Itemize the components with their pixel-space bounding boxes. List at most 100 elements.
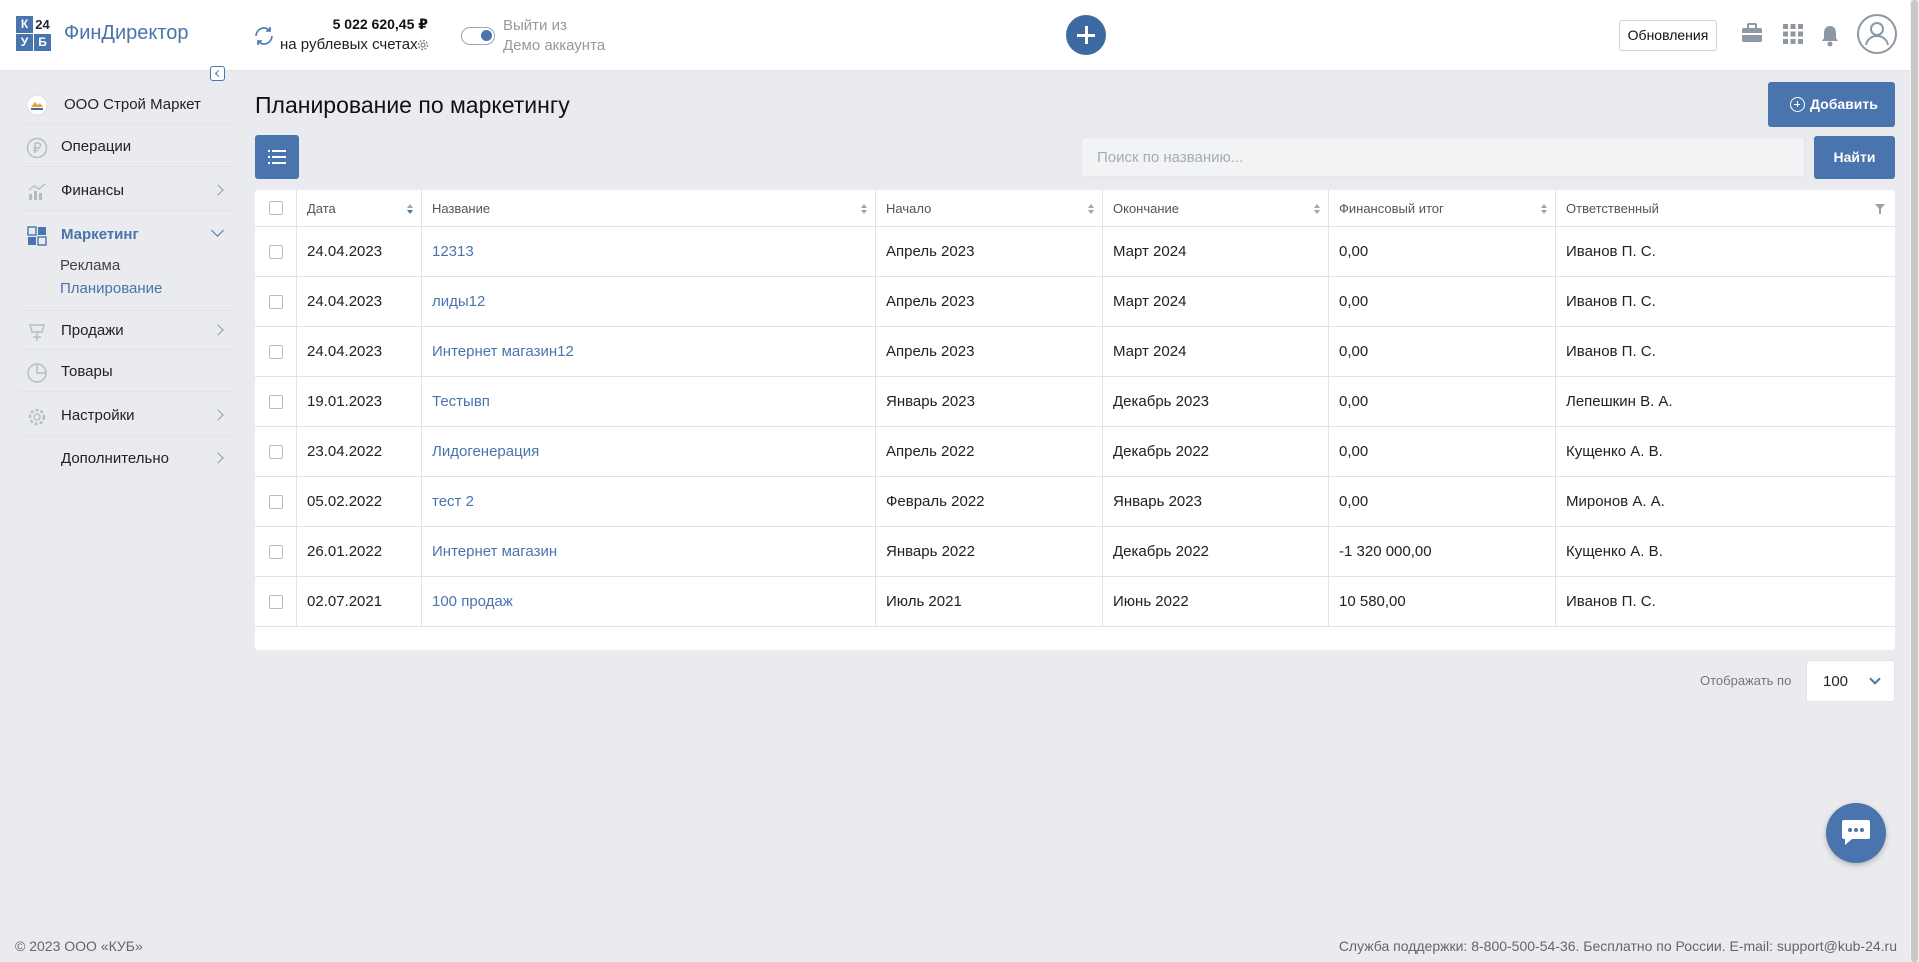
cell-name-link[interactable]: тест 2 (422, 477, 876, 527)
cell-start: Апрель 2023 (876, 227, 1103, 277)
header-select-all-cell (255, 190, 297, 227)
gear-icon[interactable] (416, 38, 430, 52)
row-checkbox[interactable] (269, 595, 283, 609)
sidebar-item-settings[interactable]: Настройки (20, 396, 232, 436)
cell-total: -1 320 000,00 (1329, 527, 1556, 577)
add-button[interactable]: Добавить (1768, 82, 1895, 127)
add-button-label: Добавить (1810, 96, 1878, 112)
logo-cell-k: К (16, 16, 33, 33)
find-button[interactable]: Найти (1814, 136, 1895, 179)
column-header-label: Финансовый итог (1339, 201, 1444, 216)
cell-name-link[interactable]: лиды12 (422, 277, 876, 327)
cell-total: 0,00 (1329, 427, 1556, 477)
demo-exit-label[interactable]: Выйти из (503, 17, 567, 34)
sidebar-item-marketing[interactable]: Маркетинг (20, 215, 232, 255)
updates-button[interactable]: Обновления (1619, 20, 1717, 51)
sidebar-subitem-planning[interactable]: Планирование (60, 280, 162, 297)
cell-end: Январь 2023 (1103, 477, 1329, 527)
column-header-start[interactable]: Начало (876, 190, 1103, 227)
sidebar-item-finance[interactable]: Финансы (20, 171, 232, 211)
cell-name-link[interactable]: Интернет магазин (422, 527, 876, 577)
table-row[interactable]: 26.01.2022 Интернет магазин Январь 2022 Дек… (255, 527, 1895, 577)
table-row[interactable]: 23.04.2022 Лидогенерация Апрель 2022 Декабр… (255, 427, 1895, 477)
cell-name-link[interactable]: 12313 (422, 227, 876, 277)
table-row[interactable]: 24.04.2023 Интернет магазин12 Апрель 2023 М… (255, 327, 1895, 377)
cell-end: Март 2024 (1103, 277, 1329, 327)
sort-icon[interactable] (1088, 204, 1094, 214)
cell-start: Январь 2023 (876, 377, 1103, 427)
table-row[interactable]: 05.02.2022 тест 2 Февраль 2022 Январь 2023 0… (255, 477, 1895, 527)
cell-name-link[interactable]: Лидогенерация (422, 427, 876, 477)
sidebar-subitem-ads[interactable]: Реклама (60, 257, 120, 274)
table-row[interactable]: 19.01.2023 Тестывп Январь 2023 Декабрь 2023… (255, 377, 1895, 427)
logo-cell-u: У (16, 34, 33, 51)
cell-name-link[interactable]: Интернет магазин12 (422, 327, 876, 377)
cell-owner: Лепешкин В. А. (1566, 393, 1673, 410)
footer-copyright: © 2023 ООО «КУБ» (15, 938, 143, 954)
sidebar-company[interactable]: ООО Строй Маркет (20, 85, 232, 125)
sidebar-item-label: Дополнительно (61, 450, 169, 467)
chat-icon (1842, 820, 1870, 845)
cell-select (255, 377, 297, 427)
row-checkbox[interactable] (269, 345, 283, 359)
column-header-total[interactable]: Финансовый итог (1329, 190, 1556, 227)
chat-button[interactable] (1826, 803, 1886, 863)
search-input[interactable] (1081, 137, 1805, 177)
cell-date: 24.04.2023 (297, 327, 422, 377)
chevron-down-icon (211, 224, 224, 237)
demo-toggle[interactable] (461, 27, 495, 45)
column-header-end[interactable]: Окончание (1103, 190, 1329, 227)
sort-icon[interactable] (861, 204, 867, 214)
vertical-scrollbar[interactable] (1910, 0, 1919, 962)
ruble-icon (26, 137, 48, 159)
row-checkbox[interactable] (269, 295, 283, 309)
scrollbar-thumb[interactable] (1911, 0, 1918, 962)
sidebar-item-goods[interactable]: Товары (20, 352, 232, 392)
list-view-button[interactable] (255, 135, 299, 179)
row-checkbox[interactable] (269, 395, 283, 409)
table-row[interactable]: 24.04.2023 12313 Апрель 2023 Март 2024 0,00 И… (255, 227, 1895, 277)
cell-end: Март 2024 (1103, 327, 1329, 377)
sidebar-item-extra[interactable]: Дополнительно (20, 439, 232, 479)
apps-grid-icon[interactable] (1783, 24, 1803, 44)
column-header-name[interactable]: Название (422, 190, 876, 227)
plus-circle-icon (1790, 97, 1805, 112)
row-checkbox[interactable] (269, 495, 283, 509)
app-name[interactable]: ФинДиректор (64, 22, 189, 45)
column-header-label: Название (432, 201, 491, 216)
filter-icon[interactable] (1875, 204, 1885, 214)
per-page-select[interactable]: 100 (1806, 660, 1895, 702)
row-checkbox[interactable] (269, 245, 283, 259)
sync-icon[interactable] (252, 24, 276, 48)
column-header-date[interactable]: Дата (297, 190, 422, 227)
balance-amount[interactable]: 5 022 620,45 ₽ (280, 16, 428, 33)
sidebar-item-label: Маркетинг (61, 226, 139, 243)
per-page-value: 100 (1823, 673, 1849, 690)
sort-icon[interactable] (407, 204, 413, 214)
chevron-right-icon (212, 409, 224, 421)
sidebar-item-sales[interactable]: Продажи (20, 310, 232, 350)
row-checkbox[interactable] (269, 545, 283, 559)
cell-start: Январь 2022 (876, 527, 1103, 577)
table-row[interactable]: 24.04.2023 лиды12 Апрель 2023 Март 2024 0,00… (255, 277, 1895, 327)
kub-logo[interactable]: К 24 У Б (16, 16, 54, 52)
sidebar-item-operations[interactable]: Операции (20, 127, 232, 167)
sidebar-collapse-button[interactable] (210, 66, 225, 81)
user-avatar-icon[interactable] (1857, 14, 1897, 54)
table-row[interactable]: 02.07.2021 100 продаж Июль 2021 Июнь 2022 10… (255, 577, 1895, 627)
add-icon[interactable] (1066, 15, 1106, 55)
select-all-checkbox[interactable] (269, 201, 283, 215)
cell-select (255, 327, 297, 377)
sort-icon[interactable] (1314, 204, 1320, 214)
sort-icon[interactable] (1541, 204, 1547, 214)
cell-date: 24.04.2023 (297, 277, 422, 327)
demo-account-label[interactable]: Демо аккаунта (503, 37, 605, 54)
column-header-owner[interactable]: Ответственный (1556, 190, 1895, 227)
briefcase-icon[interactable] (1740, 22, 1764, 46)
sidebar-item-label: Продажи (61, 322, 124, 339)
row-checkbox[interactable] (269, 445, 283, 459)
cell-name-link[interactable]: 100 продаж (422, 577, 876, 627)
bell-icon[interactable] (1821, 25, 1839, 47)
company-name: ООО Строй Маркет (64, 96, 201, 113)
cell-name-link[interactable]: Тестывп (422, 377, 876, 427)
